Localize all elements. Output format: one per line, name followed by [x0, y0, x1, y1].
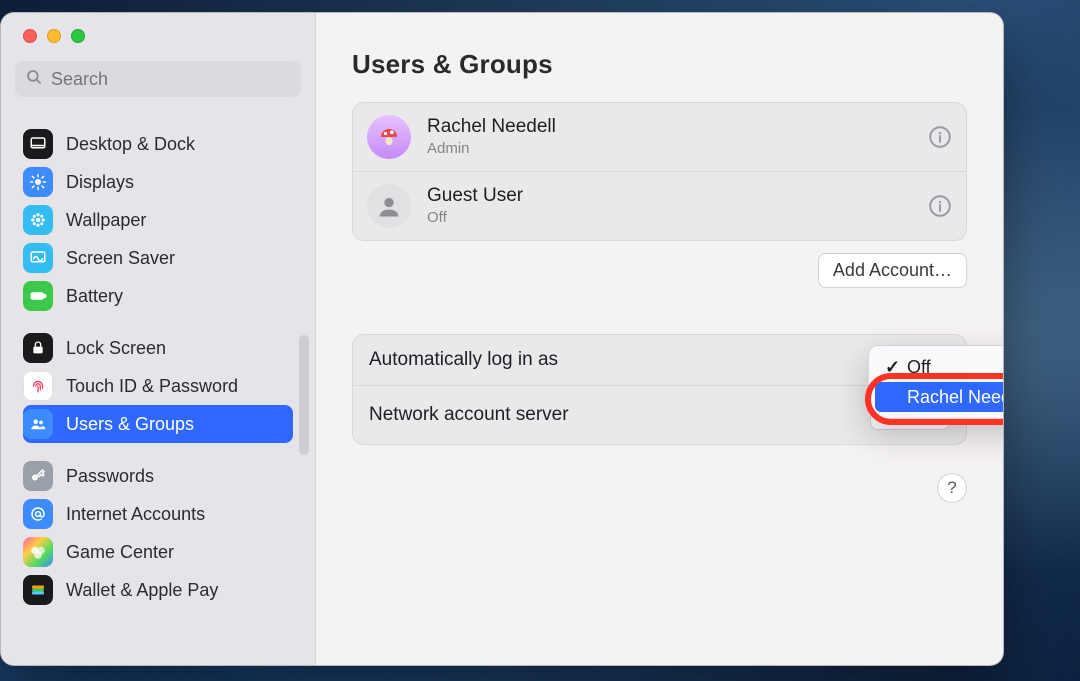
user-info-button[interactable]	[926, 192, 954, 220]
sidebar-item-label: Desktop & Dock	[66, 134, 195, 155]
sidebar-scrollbar[interactable]	[299, 335, 309, 455]
lock-icon	[23, 333, 53, 363]
dropdown-item-label: Rachel Needell	[907, 387, 1004, 408]
setting-label: Automatically log in as	[369, 349, 558, 371]
page-title: Users & Groups	[352, 49, 967, 80]
user-row[interactable]: Rachel Needell Admin	[353, 103, 966, 171]
minimize-window-dot[interactable]	[47, 29, 61, 43]
sidebar-item-game-center[interactable]: Game Center	[23, 533, 293, 571]
sidebar-item-wallet[interactable]: Wallet & Apple Pay	[23, 571, 293, 609]
sidebar-item-label: Touch ID & Password	[66, 376, 238, 397]
sidebar-item-users-groups[interactable]: Users & Groups	[23, 405, 293, 443]
user-name: Rachel Needell	[427, 116, 556, 138]
battery-icon	[23, 281, 53, 311]
setting-label: Network account server	[369, 404, 569, 426]
sidebar-item-label: Internet Accounts	[66, 504, 205, 525]
sidebar-item-desktop-dock[interactable]: Desktop & Dock	[23, 125, 293, 163]
flower-icon	[23, 205, 53, 235]
at-icon	[23, 499, 53, 529]
user-role: Off	[427, 209, 523, 226]
key-icon	[23, 461, 53, 491]
sidebar-item-lock-screen[interactable]: Lock Screen	[23, 329, 293, 367]
sidebar-item-label: Battery	[66, 286, 123, 307]
people-icon	[23, 409, 53, 439]
avatar	[367, 184, 411, 228]
window-controls	[1, 13, 315, 43]
wallet-icon	[23, 575, 53, 605]
sidebar-item-passwords[interactable]: Passwords	[23, 457, 293, 495]
desktop-icon	[23, 129, 53, 159]
help-button[interactable]: ?	[937, 473, 967, 503]
user-role: Admin	[427, 140, 556, 157]
sidebar-item-internet-accounts[interactable]: Internet Accounts	[23, 495, 293, 533]
content-pane: Users & Groups Rachel Needell Admin	[316, 13, 1003, 665]
system-settings-window: Desktop & Dock Displays Wallpaper	[0, 12, 1004, 666]
sidebar-scroll[interactable]: Desktop & Dock Displays Wallpaper	[1, 105, 315, 665]
fingerprint-icon	[23, 371, 53, 401]
add-account-button[interactable]: Add Account…	[818, 253, 967, 288]
sidebar-item-wallpaper[interactable]: Wallpaper	[23, 201, 293, 239]
sidebar-item-screen-saver[interactable]: Screen Saver	[23, 239, 293, 277]
sidebar-item-displays[interactable]: Displays	[23, 163, 293, 201]
fullscreen-window-dot[interactable]	[71, 29, 85, 43]
sun-icon	[23, 167, 53, 197]
sidebar-item-label: Displays	[66, 172, 134, 193]
sidebar-item-label: Passwords	[66, 466, 154, 487]
users-list: Rachel Needell Admin Guest User Off	[352, 102, 967, 241]
checkmark-icon: ✓	[885, 357, 899, 378]
user-row[interactable]: Guest User Off	[353, 171, 966, 240]
sidebar: Desktop & Dock Displays Wallpaper	[1, 13, 316, 665]
search-field[interactable]	[15, 61, 301, 97]
sidebar-item-label: Wallet & Apple Pay	[66, 580, 218, 601]
sidebar-item-touch-id[interactable]: Touch ID & Password	[23, 367, 293, 405]
user-info-button[interactable]	[926, 123, 954, 151]
dropdown-item-rachel[interactable]: Rachel Needell	[875, 382, 1004, 412]
search-input[interactable]	[51, 69, 291, 90]
dropdown-item-label: Off	[907, 357, 931, 378]
user-name: Guest User	[427, 185, 523, 207]
sidebar-item-label: Lock Screen	[66, 338, 166, 359]
screensaver-icon	[23, 243, 53, 273]
sidebar-item-label: Game Center	[66, 542, 174, 563]
sidebar-item-label: Wallpaper	[66, 210, 146, 231]
search-icon	[25, 68, 43, 91]
avatar	[367, 115, 411, 159]
auto-login-dropdown[interactable]: ✓ Off Rachel Needell	[868, 345, 1004, 419]
gamecenter-icon	[23, 537, 53, 567]
sidebar-item-label: Users & Groups	[66, 414, 194, 435]
sidebar-item-battery[interactable]: Battery	[23, 277, 293, 315]
info-icon	[927, 193, 953, 219]
close-window-dot[interactable]	[23, 29, 37, 43]
sidebar-item-label: Screen Saver	[66, 248, 175, 269]
info-icon	[927, 124, 953, 150]
dropdown-item-off[interactable]: ✓ Off	[875, 352, 1004, 382]
